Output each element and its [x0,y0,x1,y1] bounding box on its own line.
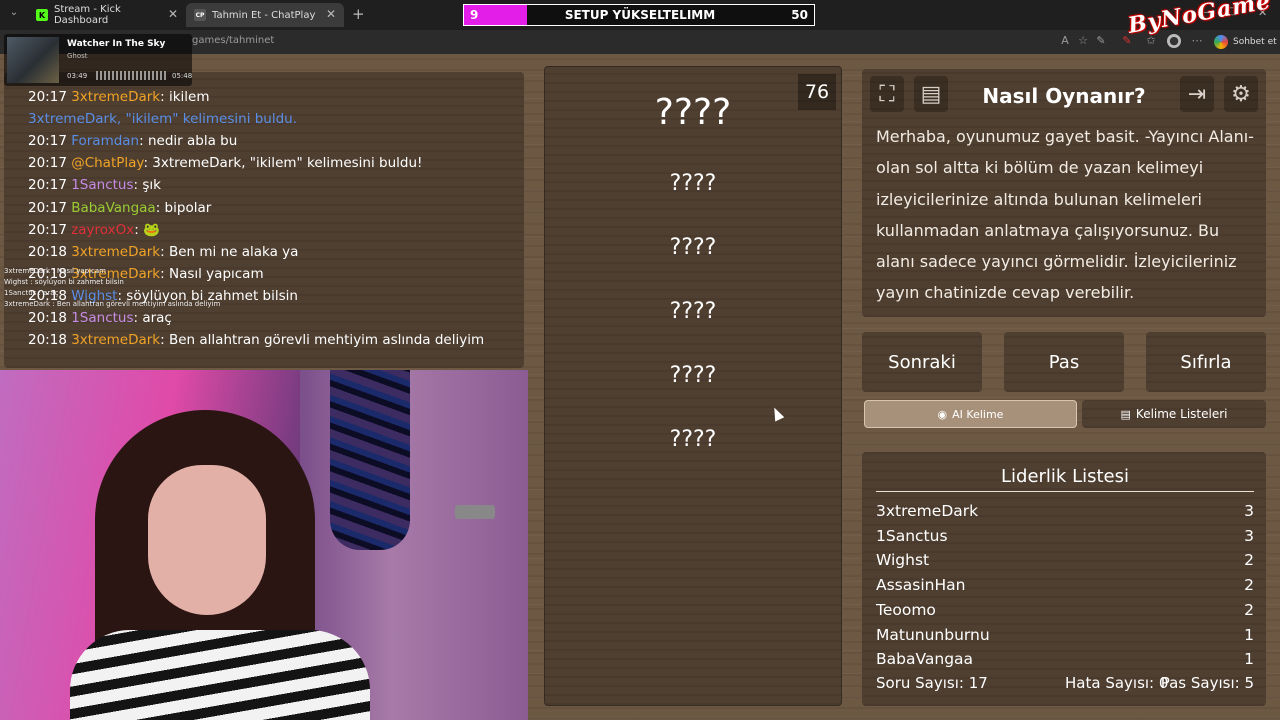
player-score: 1 [1244,650,1254,667]
player-name: Teoomo [876,600,936,619]
player-score: 2 [1244,600,1254,619]
player-score: 2 [1244,576,1254,595]
leaderboard-row: Matununburnu 1 [876,626,1254,644]
player-score: 1 [1244,625,1254,644]
player-score: 2 [1244,551,1254,570]
leaderboard-row: Teoomo 2 [876,601,1254,619]
leaderboard-row: BabaVangaa 1 [876,650,1254,667]
leaderboard-row: 3xtremeDark 3 [876,502,1254,520]
pass-count: Pas Sayısı: 5 [1160,674,1254,692]
leaderboard-row: AssasinHan 2 [876,576,1254,594]
question-count: Soru Sayısı: 17 [876,674,988,692]
player-name: Wighst [876,551,930,570]
player-name: AssasinHan [876,576,966,595]
player-score: 3 [1244,526,1254,545]
player-name: Matununburnu [876,625,990,644]
player-name: 1Sanctus [876,526,948,545]
player-name: BabaVangaa [876,650,974,667]
leaderboard-row: Wighst 2 [876,551,1254,569]
player-score: 3 [1244,502,1254,520]
error-count: Hata Sayısı: 0 [1065,674,1169,692]
leaderboard-list: 3xtremeDark 3 1Sanctus 3 Wighst 2 AssasinHan 2 T… [0,0,1280,667]
player-name: 3xtremeDark [876,502,979,520]
leaderboard-row: 1Sanctus 3 [876,527,1254,545]
